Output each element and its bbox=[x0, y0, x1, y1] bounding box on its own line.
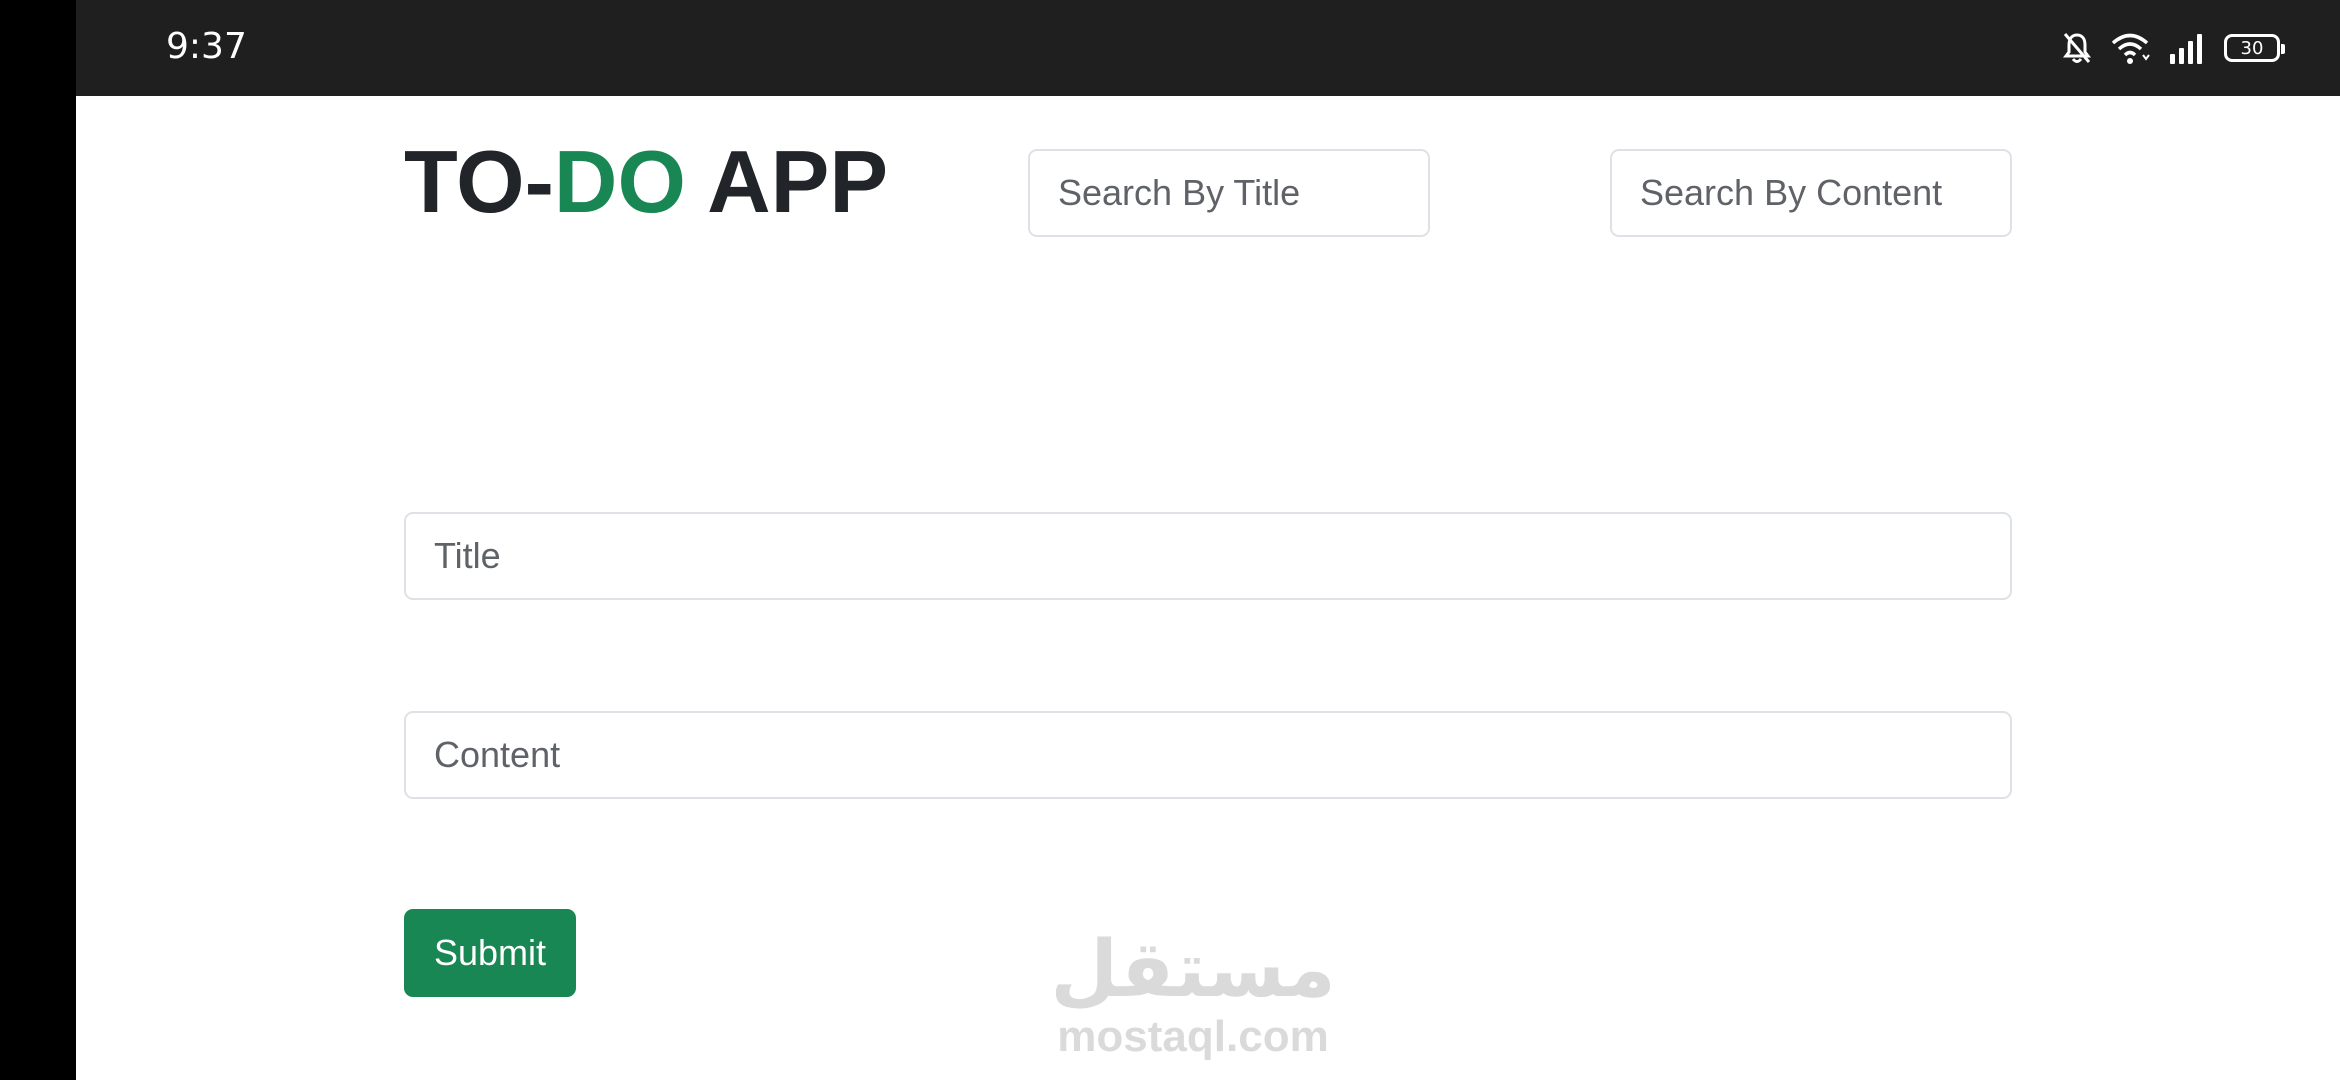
watermark-logo: مستقل mostaql.com bbox=[1028, 925, 1358, 1059]
watermark-latin-text: mostaql.com bbox=[1057, 1012, 1329, 1061]
signal-icon bbox=[2168, 32, 2206, 64]
battery-icon: 30 bbox=[2224, 34, 2285, 62]
search-by-title-input[interactable] bbox=[1028, 149, 1430, 237]
submit-button[interactable]: Submit bbox=[404, 909, 577, 997]
status-icons: 30 bbox=[2062, 28, 2285, 68]
content-input[interactable] bbox=[404, 711, 2012, 799]
status-bar: 9:37 30 bbox=[76, 0, 2340, 96]
title-suffix: APP bbox=[685, 132, 889, 231]
search-by-content-input[interactable] bbox=[1610, 149, 2012, 237]
status-time: 9:37 bbox=[166, 26, 247, 67]
battery-level: 30 bbox=[2240, 37, 2264, 59]
wifi-icon bbox=[2110, 31, 2150, 65]
watermark-arabic-text: مستقل bbox=[1050, 925, 1336, 1015]
title-input[interactable] bbox=[404, 512, 2012, 600]
bell-off-icon bbox=[2062, 31, 2092, 65]
title-accent: DO bbox=[553, 132, 686, 231]
page-title: TO-DO APP bbox=[404, 130, 888, 234]
app-screen: 9:37 30 TO-DO APP Search By Title Search… bbox=[76, 0, 2340, 1080]
title-prefix: TO- bbox=[404, 132, 554, 231]
